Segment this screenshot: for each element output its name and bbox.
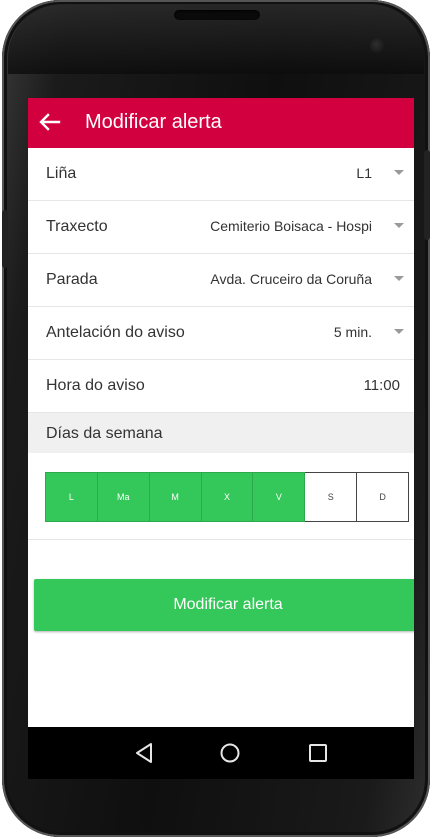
days-header-label: Días da semana bbox=[46, 425, 163, 442]
day-toggle[interactable]: V bbox=[253, 472, 306, 522]
time-field[interactable]: Hora do aviso 11:00 bbox=[28, 360, 414, 413]
stop-label: Parada bbox=[46, 271, 98, 288]
divider bbox=[28, 539, 414, 540]
route-value: Cemiterio Boisaca - Hospi bbox=[210, 218, 372, 234]
day-toggle[interactable]: L bbox=[45, 472, 98, 522]
advance-value: 5 min. bbox=[333, 324, 372, 340]
line-label: Liña bbox=[46, 165, 77, 182]
side-button-left bbox=[2, 210, 8, 268]
back-triangle-icon[interactable] bbox=[132, 741, 156, 770]
app-bar: Modificar alerta bbox=[28, 98, 414, 148]
arrow-left-icon[interactable] bbox=[36, 108, 64, 136]
line-value: L1 bbox=[356, 165, 372, 181]
day-toggle[interactable]: M bbox=[149, 472, 202, 522]
day-toggle[interactable]: D bbox=[357, 472, 410, 522]
route-selector[interactable]: Traxecto Cemiterio Boisaca - Hospi bbox=[28, 201, 414, 254]
route-label: Traxecto bbox=[46, 218, 108, 235]
recents-square-icon[interactable] bbox=[308, 743, 328, 768]
advance-label: Antelación do aviso bbox=[46, 324, 185, 341]
chevron-down-icon bbox=[394, 223, 404, 228]
side-button-right bbox=[424, 150, 430, 240]
day-toggle[interactable]: X bbox=[201, 472, 254, 522]
speaker-grille bbox=[174, 10, 260, 20]
advance-selector[interactable]: Antelación do aviso 5 min. bbox=[28, 307, 414, 360]
time-value: 11:00 bbox=[363, 377, 400, 394]
day-toggle[interactable]: S bbox=[305, 472, 358, 522]
line-selector[interactable]: Liña L1 bbox=[28, 148, 414, 201]
home-circle-icon[interactable] bbox=[218, 741, 242, 770]
page-title: Modificar alerta bbox=[85, 111, 222, 133]
chevron-down-icon bbox=[394, 170, 404, 175]
screen: Modificar alerta Liña L1 Traxecto Cemite… bbox=[28, 98, 414, 779]
chevron-down-icon bbox=[394, 276, 404, 281]
chevron-down-icon bbox=[394, 329, 404, 334]
android-nav-bar bbox=[28, 727, 414, 779]
time-label: Hora do aviso bbox=[46, 377, 145, 394]
day-toggle[interactable]: Ma bbox=[97, 472, 150, 522]
stop-selector[interactable]: Parada Avda. Cruceiro da Coruña bbox=[28, 254, 414, 307]
modify-alert-button[interactable]: Modificar alerta bbox=[34, 579, 414, 631]
front-camera bbox=[370, 38, 386, 54]
stop-value: Avda. Cruceiro da Coruña bbox=[210, 271, 372, 287]
weekday-selector: L Ma M X V S D bbox=[45, 472, 410, 522]
days-header: Días da semana bbox=[28, 413, 414, 453]
